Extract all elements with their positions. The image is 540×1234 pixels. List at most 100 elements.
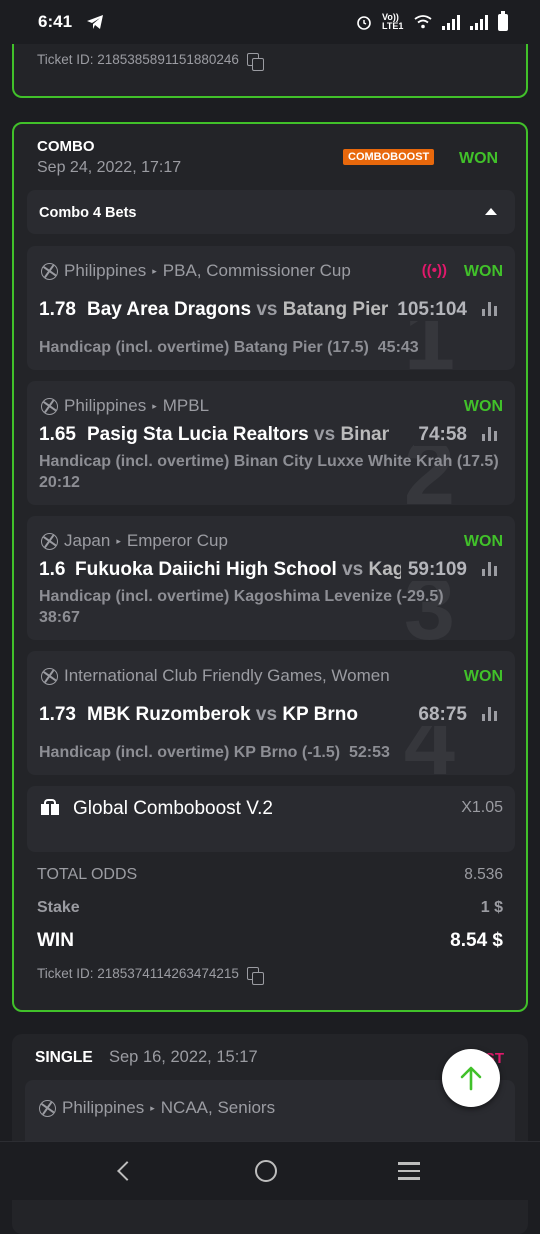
bet-league: Philippines ▸ PBA, Commissioner Cup [41,261,351,281]
basketball-icon [41,532,58,550]
arrow-up-icon [460,1066,482,1091]
stats-icon[interactable] [482,427,497,441]
basketball-icon [41,667,58,685]
stats-icon[interactable] [482,302,497,316]
chevron-up-icon [485,208,497,215]
combo-bet-item[interactable]: 1 Philippines ▸ PBA, Commissioner Cup ((… [27,246,515,370]
stake-value: 1 $ [480,899,503,916]
market-text: Handicap (incl. overtime) KP Brno (-1.5) [39,744,341,761]
bet-match: Bay Area Dragons vs Batang Pier [87,299,389,321]
wifi-icon [414,15,432,29]
copy-icon[interactable] [246,967,264,985]
vs-label: vs [256,299,278,320]
bet-odds: 1.6 [39,559,66,580]
comboboost-name: Global Comboboost V.2 [73,798,273,819]
separator-icon: ▸ [152,400,157,411]
team-away: Batang Pier [282,299,389,320]
ticket-id: Ticket ID: 2185385891151880246 [37,52,239,67]
bet-odds: 1.65 [39,424,76,445]
network-label: Vo)) LTE1 [382,12,404,31]
team-away: Binan City Luxxe White Krah [340,424,389,445]
stake-row: Stake 1 $ [37,899,503,917]
comboboost-row: Global Comboboost V.2 X1.05 [27,786,515,852]
combo-bet-item[interactable]: 4 International Club Friendly Games, Wom… [27,651,515,775]
market-score: 52:53 [348,744,390,761]
bet-odds: 1.73 [39,704,76,725]
bet-type-label: COMBO [37,138,95,155]
back-icon[interactable] [117,1161,138,1181]
bet-league: International Club Friendly Games, Women [41,666,441,686]
ticket-id-row: Ticket ID: 2185374114263474215 [37,966,264,985]
bet-country: Philippines [64,396,147,415]
status-time-group: 6:41 [38,12,104,32]
status-bar: 6:41 Vo)) LTE1 [0,0,540,44]
combo-bet-item[interactable]: 2 Philippines ▸ MPBL WON 1.65 Pasig Sta … [27,381,515,505]
bet-market: Handicap (incl. overtime) KP Brno (-1.5)… [39,742,390,763]
separator-icon: ▸ [152,265,157,276]
win-row: WIN 8.54 $ [37,930,503,952]
bet-league: Philippines ▸ NCAA, Seniors [39,1098,275,1118]
market-text: Handicap (incl. overtime) Binan City Lux… [39,453,499,470]
copy-icon[interactable] [246,53,264,71]
bet-status: WON [463,398,503,415]
comboboost-multiplier: X1.05 [461,799,503,816]
combo-bets-toggle[interactable]: Combo 4 Bets [27,190,515,234]
vs-label: vs [255,704,278,725]
basketball-icon [41,262,58,280]
combo-bets-title: Combo 4 Bets [39,205,137,221]
total-odds-value: 8.536 [464,866,503,883]
signal-icon-2 [470,14,488,30]
bet-status: WON [463,533,503,550]
bet-match: MBK Ruzomberok vs KP Brno [87,704,389,726]
team-home: Pasig Sta Lucia Realtors [87,424,309,445]
bet-country: Philippines [64,261,147,280]
status-icons: Vo)) LTE1 [356,10,508,31]
bet-type-label: SINGLE [35,1049,93,1066]
bet-status: WON [463,263,503,280]
telegram-icon [87,15,104,29]
bet-market: Handicap (incl. overtime) Batang Pier (1… [39,337,419,358]
signal-icon [442,14,460,30]
bet-league-name: MPBL [162,396,210,415]
bet-country: Japan [64,531,111,550]
vs-label: vs [342,559,364,580]
live-icon: ((•)) [421,262,447,279]
market-text: Handicap (incl. overtime) Kagoshima Leve… [39,588,444,605]
market-text: Handicap (incl. overtime) Batang Pier (1… [39,339,369,356]
stats-icon[interactable] [482,707,497,721]
team-home: Fukuoka Daiichi High School [75,559,337,580]
comboboost-badge: COMBOBOOST [343,149,435,165]
stake-label: Stake [37,899,80,916]
battery-icon [498,10,508,31]
bet-country: Philippines [62,1098,145,1117]
bet-date: Sep 24, 2022, 17:17 [37,159,182,176]
stats-icon[interactable] [482,562,497,576]
bet-league-name: PBA, Commissioner Cup [162,261,351,280]
team-away: KP Brno [282,704,358,725]
ticket-id-row: Ticket ID: 2185385891151880246 [37,52,264,71]
total-odds-row: TOTAL ODDS 8.536 [37,866,503,884]
menu-icon[interactable] [397,1162,420,1180]
scroll-to-top-button[interactable] [442,1049,500,1107]
bet-status: WON [463,668,503,685]
bet-score: 59:109 [403,559,467,581]
status-time: 6:41 [38,12,73,31]
combo-bet-item[interactable]: 3 Japan ▸ Emperor Cup WON 1.6 Fukuoka Da… [27,516,515,640]
ticket-id: Ticket ID: 2185374114263474215 [37,966,239,981]
basketball-icon [41,397,58,415]
bet-market: Handicap (incl. overtime) Kagoshima Leve… [39,586,479,628]
total-odds-label: TOTAL ODDS [37,866,138,883]
bet-match: Pasig Sta Lucia Realtors vs Binan City L… [87,424,389,446]
home-icon[interactable] [254,1160,277,1182]
gift-icon [41,799,59,815]
bet-league-name: Emperor Cup [126,531,228,550]
bet-market: Handicap (incl. overtime) Binan City Lux… [39,451,509,493]
alarm-icon [357,16,371,30]
win-label: WIN [37,930,74,951]
bet-country: International Club Friendly Games, Women [64,666,390,685]
team-away: Kagoshima Levenize [368,559,401,580]
market-score: 38:67 [39,609,80,626]
bet-date: Sep 16, 2022, 15:17 [109,1048,258,1066]
bet-league: Japan ▸ Emperor Cup [41,531,228,551]
bet-league-name: NCAA, Seniors [160,1098,276,1117]
